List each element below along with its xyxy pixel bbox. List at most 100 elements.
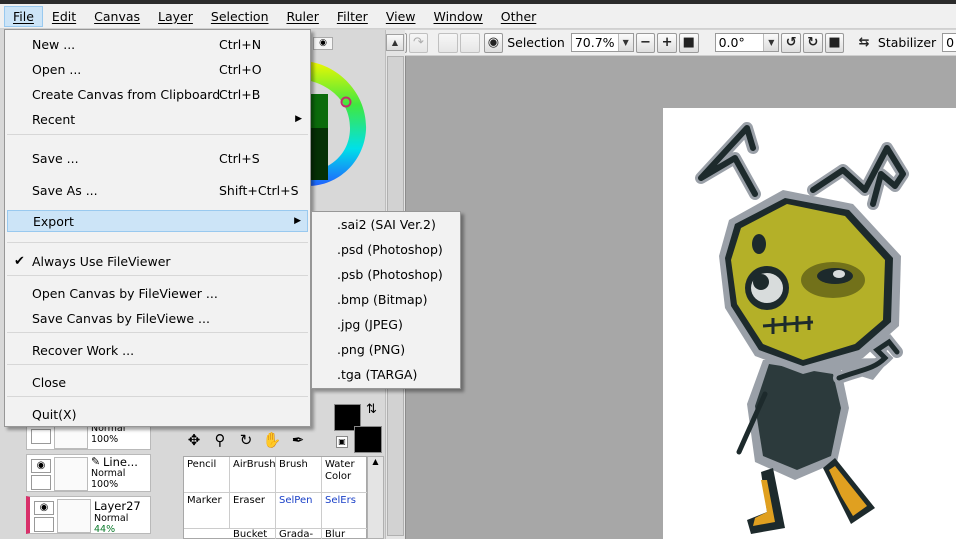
- stabilizer-value: 0: [946, 35, 955, 50]
- menu-item-export[interactable]: Export ▶: [7, 210, 308, 232]
- menu-item-recover-work[interactable]: Recover Work ...: [7, 339, 308, 361]
- menu-item-recent[interactable]: Recent ▶: [7, 108, 308, 130]
- redo-icon[interactable]: ↷: [408, 32, 429, 53]
- menu-item-create-from-clipboard[interactable]: Create Canvas from Clipboard Ctrl+B: [7, 83, 308, 105]
- transparent-color-icon[interactable]: ▣: [336, 436, 348, 448]
- menu-item-label: Always Use FileViewer: [32, 253, 171, 269]
- export-submenu: .sai2 (SAI Ver.2) .psd (Photoshop) .psb …: [311, 211, 461, 389]
- move-icon[interactable]: ✥: [182, 428, 206, 452]
- layer-item[interactable]: ◉ Layer27 Normal 44%: [26, 496, 151, 535]
- brush-airbrush[interactable]: AirBrush: [230, 457, 276, 493]
- chevron-down-icon[interactable]: ▼: [763, 34, 779, 51]
- canvas-toolbar: ↶ ↷ ◉ Selection 70.7% ▼ − + ■ 0.0° ▼ ↺ ↻…: [385, 30, 956, 56]
- menu-item-save-as[interactable]: Save As ... Shift+Ctrl+S: [7, 179, 308, 201]
- zoom-in-icon[interactable]: +: [657, 32, 677, 53]
- menu-window[interactable]: Window: [425, 6, 492, 27]
- menu-item-save-by-fileviewer[interactable]: Save Canvas by FileViewe ...: [7, 307, 308, 329]
- rotate-ccw-icon[interactable]: ↺: [781, 32, 802, 53]
- menu-item-always-use-fileviewer[interactable]: ✔ Always Use FileViewer: [7, 250, 308, 272]
- stabilizer-label: Stabilizer: [877, 35, 937, 50]
- flip-horizontal-icon[interactable]: ⇆: [854, 33, 874, 53]
- menu-item-quit[interactable]: Quit(X): [7, 403, 308, 425]
- hand-icon[interactable]: ✋: [260, 428, 284, 452]
- menu-layer[interactable]: Layer: [149, 6, 202, 27]
- brush-bucket[interactable]: Bucket: [230, 529, 276, 539]
- file-menu-dropdown: New ... Ctrl+N Open ... Ctrl+O Create Ca…: [4, 29, 311, 427]
- zoom-out-icon[interactable]: −: [635, 32, 656, 53]
- eyedropper-icon[interactable]: ✒: [286, 428, 310, 452]
- brush-watercolor[interactable]: Water Color: [322, 457, 368, 493]
- secondary-color-swatch[interactable]: [354, 426, 382, 453]
- menu-item-label: Close: [32, 374, 67, 390]
- layer-lock-checkbox[interactable]: [31, 475, 51, 490]
- menu-bar: File Edit Canvas Layer Selection Ruler F…: [0, 4, 956, 29]
- menu-other[interactable]: Other: [492, 6, 546, 27]
- scroll-up-icon[interactable]: ▲: [368, 457, 383, 466]
- menu-separator: [7, 332, 308, 333]
- export-jpg[interactable]: .jpg (JPEG): [337, 317, 403, 332]
- menu-edit[interactable]: Edit: [43, 6, 85, 27]
- brush-marker[interactable]: Marker: [184, 493, 230, 529]
- brush-label: SelPen: [279, 495, 313, 506]
- menu-item-open-by-fileviewer[interactable]: Open Canvas by FileViewer ...: [7, 282, 308, 304]
- zoom-value: 70.7%: [574, 35, 615, 50]
- brush-tool-grid: Pencil AirBrush Brush Water Color Marker…: [183, 456, 368, 539]
- menu-canvas[interactable]: Canvas: [85, 6, 149, 27]
- selection-visibility-icon[interactable]: ◉: [483, 32, 504, 53]
- menu-separator: [7, 242, 308, 243]
- export-sai2[interactable]: .sai2 (SAI Ver.2): [337, 217, 436, 232]
- menu-view[interactable]: View: [377, 6, 425, 27]
- layer-lock-checkbox[interactable]: [31, 429, 51, 444]
- menu-item-new[interactable]: New ... Ctrl+N: [7, 33, 308, 55]
- brush-grid-scrollbar[interactable]: ▲: [367, 456, 384, 539]
- rotation-field[interactable]: 0.0° ▼: [714, 33, 780, 52]
- eye-icon[interactable]: ◉: [31, 459, 51, 473]
- brush-selers[interactable]: SelErs: [322, 493, 368, 529]
- zoom-reset-icon[interactable]: ■: [678, 32, 699, 53]
- rotate-cw-icon[interactable]: ↻: [803, 32, 823, 53]
- layer-opacity: 100%: [91, 434, 119, 445]
- invert-selection-icon[interactable]: [459, 32, 480, 53]
- brush-label: Bucket: [233, 529, 268, 539]
- stabilizer-field[interactable]: 0: [942, 33, 956, 52]
- brush-pencil[interactable]: Pencil: [184, 457, 230, 493]
- export-bmp[interactable]: .bmp (Bitmap): [337, 292, 427, 307]
- zoom-field[interactable]: 70.7% ▼: [570, 33, 634, 52]
- menu-item-open[interactable]: Open ... Ctrl+O: [7, 58, 308, 80]
- rotation-reset-icon[interactable]: ■: [824, 32, 845, 53]
- menu-item-label: Save Canvas by FileViewe ...: [32, 310, 210, 326]
- menu-item-label: Open Canvas by FileViewer ...: [32, 285, 218, 301]
- brush-label: AirBrush: [233, 459, 276, 470]
- rotation-value: 0.0°: [718, 35, 745, 50]
- menu-filter[interactable]: Filter: [328, 6, 377, 27]
- scroll-up-icon[interactable]: ▲: [386, 34, 404, 51]
- brush-selpen[interactable]: SelPen: [276, 493, 322, 529]
- menu-selection[interactable]: Selection: [202, 6, 278, 27]
- brush-eraser[interactable]: Eraser: [230, 493, 276, 529]
- export-psd[interactable]: .psd (Photoshop): [337, 242, 443, 257]
- layer-thumbnail: [57, 499, 91, 533]
- canvas-area[interactable]: [405, 56, 956, 539]
- export-psb[interactable]: .psb (Photoshop): [337, 267, 443, 282]
- brush-brush[interactable]: Brush: [276, 457, 322, 493]
- eye-toggle-icon[interactable]: ◉: [313, 37, 333, 50]
- brush-gradation[interactable]: Grada-: [276, 529, 322, 539]
- deselect-icon[interactable]: [438, 32, 458, 53]
- chevron-down-icon[interactable]: ▼: [617, 34, 633, 51]
- swap-colors-icon[interactable]: ⇅: [366, 402, 377, 417]
- zoom-icon[interactable]: ⚲: [208, 428, 232, 452]
- export-png[interactable]: .png (PNG): [337, 342, 405, 357]
- pen-icon: ✎: [91, 455, 101, 468]
- menu-file[interactable]: File: [4, 5, 43, 27]
- menu-ruler[interactable]: Ruler: [278, 6, 328, 27]
- eye-icon[interactable]: ◉: [34, 501, 54, 515]
- canvas-paper[interactable]: [663, 108, 956, 539]
- layer-lock-checkbox[interactable]: [34, 517, 54, 532]
- layer-item[interactable]: ◉ Line... ✎ Normal 100%: [26, 454, 151, 492]
- export-tga[interactable]: .tga (TARGA): [337, 367, 417, 382]
- rotate-icon[interactable]: ↻: [234, 428, 258, 452]
- character-artwork: [695, 122, 909, 534]
- menu-item-close[interactable]: Close: [7, 371, 308, 393]
- brush-blur[interactable]: Blur: [322, 529, 368, 539]
- menu-item-save[interactable]: Save ... Ctrl+S: [7, 147, 308, 169]
